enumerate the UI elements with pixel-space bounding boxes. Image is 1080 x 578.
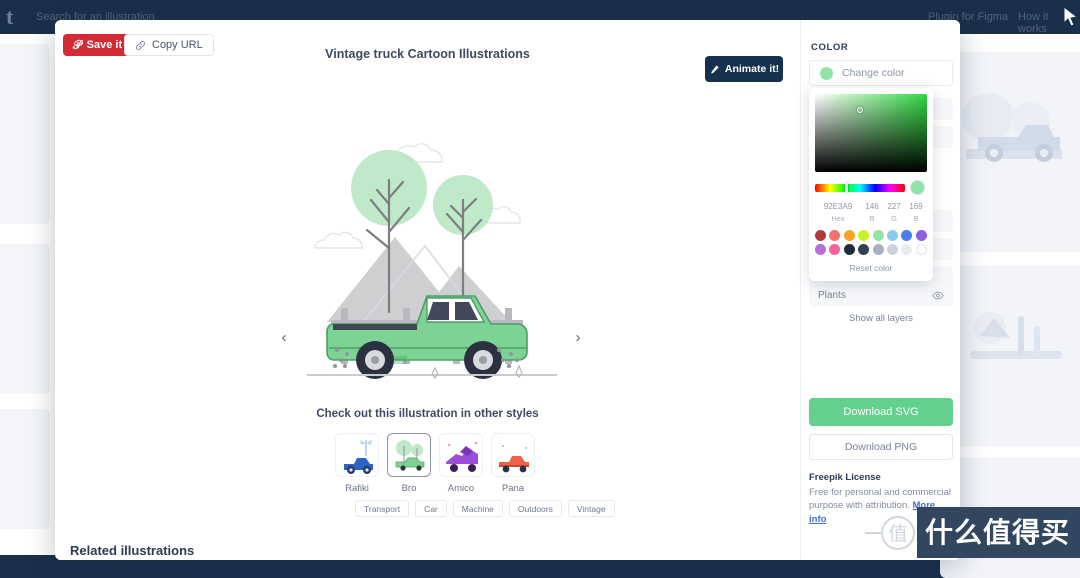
- tag-machine[interactable]: Machine: [453, 500, 503, 517]
- reset-color-button[interactable]: Reset color: [815, 263, 927, 275]
- swatch-5[interactable]: [887, 230, 898, 241]
- swatch-11[interactable]: [858, 244, 869, 255]
- style-option-pana[interactable]: Pana: [491, 433, 535, 494]
- illustration-title: Vintage truck Cartoon Illustrations: [55, 47, 800, 61]
- hex-value[interactable]: 92E3A9: [815, 202, 861, 211]
- ghost-illustration-icon: [956, 296, 1076, 396]
- ghost-illustration-icon: [948, 87, 1080, 177]
- g-value[interactable]: 227: [883, 202, 905, 211]
- style-option-amico[interactable]: Amico: [439, 433, 483, 494]
- background-card[interactable]: [940, 52, 1080, 252]
- color-preview-dot: [910, 180, 925, 195]
- tag-transport[interactable]: Transport: [355, 500, 409, 517]
- background-card[interactable]: [940, 266, 1080, 446]
- pana-thumbnail-icon: [492, 434, 535, 477]
- tags-list: Transport Car Machine Outdoors Vintage: [355, 500, 615, 517]
- swatch-2[interactable]: [844, 230, 855, 241]
- eye-icon[interactable]: [932, 291, 944, 300]
- prev-illustration-button[interactable]: ‹: [273, 326, 295, 348]
- style-thumbnail: [335, 433, 379, 477]
- swatch-0[interactable]: [815, 230, 826, 241]
- vintage-truck-illustration: [267, 72, 587, 392]
- swatch-15[interactable]: [916, 244, 927, 255]
- color-side-panel: COLOR Change color Plants Show all layer…: [800, 20, 960, 560]
- swatch-13[interactable]: [887, 244, 898, 255]
- background-card[interactable]: [0, 44, 50, 224]
- license-title: Freepik License: [809, 472, 881, 483]
- download-png-button[interactable]: Download PNG: [809, 434, 953, 460]
- watermark-logo-icon: 值: [881, 516, 915, 550]
- rafiki-thumbnail-icon: [336, 434, 379, 477]
- style-thumbnail: [439, 433, 483, 477]
- swatch-1[interactable]: [829, 230, 840, 241]
- change-color-label: Change color: [842, 67, 904, 79]
- illustration-stage: [267, 72, 587, 392]
- watermark-text: 什么值得买: [917, 507, 1080, 558]
- related-illustrations-heading: Related illustrations: [70, 543, 194, 558]
- color-values-row: 92E3A9 146 227 169: [815, 202, 927, 211]
- tag-vintage[interactable]: Vintage: [568, 500, 615, 517]
- swatch-10[interactable]: [844, 244, 855, 255]
- color-labels-row: Hex R G B: [815, 214, 927, 223]
- style-label: Rafiki: [335, 483, 379, 494]
- swatch-14[interactable]: [901, 244, 912, 255]
- color-section-label: COLOR: [811, 42, 848, 53]
- tag-outdoors[interactable]: Outdoors: [509, 500, 562, 517]
- hex-label: Hex: [815, 214, 861, 223]
- hue-slider[interactable]: [815, 184, 905, 192]
- style-label: Bro: [387, 483, 431, 494]
- hue-slider-handle[interactable]: [845, 183, 848, 193]
- color-picker-popup: 92E3A9 146 227 169 Hex R G B: [809, 88, 933, 281]
- r-label: R: [861, 214, 883, 223]
- style-thumbnail: [387, 433, 431, 477]
- style-option-bro[interactable]: Bro: [387, 433, 431, 494]
- show-all-layers-button[interactable]: Show all layers: [801, 313, 960, 324]
- swatch-8[interactable]: [815, 244, 826, 255]
- swatch-3[interactable]: [858, 230, 869, 241]
- swatch-7[interactable]: [916, 230, 927, 241]
- mouse-cursor-icon: [1062, 6, 1080, 28]
- layer-row-plants[interactable]: Plants: [809, 284, 953, 306]
- watermark-dash: [865, 532, 881, 534]
- watermark: 值 什么值得买: [865, 510, 1080, 555]
- site-logo[interactable]: t: [6, 4, 13, 30]
- animate-it-label: Animate it!: [725, 63, 779, 75]
- swatch-12[interactable]: [873, 244, 884, 255]
- b-label: B: [905, 214, 927, 223]
- b-value[interactable]: 169: [905, 202, 927, 211]
- r-value[interactable]: 146: [861, 202, 883, 211]
- modal-main-area: 𝒫 Save it Copy URL Vintage truck Cartoon…: [55, 20, 800, 560]
- style-thumbnail: [491, 433, 535, 477]
- current-color-swatch-icon: [820, 67, 833, 80]
- g-label: G: [883, 214, 905, 223]
- next-illustration-button[interactable]: ›: [567, 326, 589, 348]
- tag-car[interactable]: Car: [415, 500, 447, 517]
- style-variants-list: Rafiki Bro: [335, 433, 535, 494]
- background-card[interactable]: [0, 244, 50, 394]
- style-label: Amico: [439, 483, 483, 494]
- style-label: Pana: [491, 483, 535, 494]
- swatch-9[interactable]: [829, 244, 840, 255]
- other-styles-heading: Check out this illustration in other sty…: [55, 408, 800, 420]
- illustration-detail-modal: 𝒫 Save it Copy URL Vintage truck Cartoon…: [55, 20, 960, 560]
- download-svg-button[interactable]: Download SVG: [809, 398, 953, 426]
- animate-it-button[interactable]: Animate it!: [705, 56, 783, 82]
- style-option-rafiki[interactable]: Rafiki: [335, 433, 379, 494]
- bro-thumbnail-icon: [388, 434, 431, 477]
- preset-swatches-grid: [815, 230, 927, 255]
- layer-name: Plants: [818, 290, 846, 301]
- hue-row: [815, 180, 927, 195]
- swatch-4[interactable]: [873, 230, 884, 241]
- swatch-6[interactable]: [901, 230, 912, 241]
- magic-pen-icon: [709, 64, 720, 75]
- amico-thumbnail-icon: [440, 434, 483, 477]
- saturation-value-area[interactable]: [815, 94, 927, 172]
- change-color-button[interactable]: Change color: [809, 60, 953, 86]
- background-card[interactable]: [0, 409, 50, 529]
- sv-handle[interactable]: [857, 107, 863, 113]
